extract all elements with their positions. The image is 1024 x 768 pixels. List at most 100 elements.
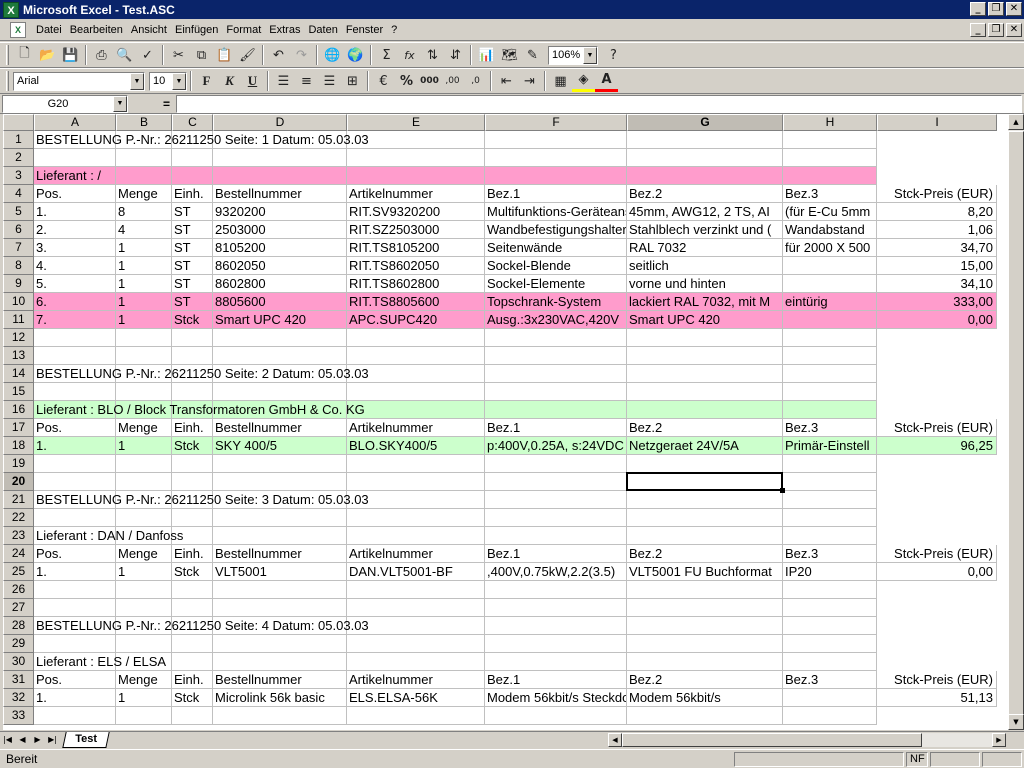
- cell-d12[interactable]: [213, 329, 347, 347]
- cell-f20[interactable]: [485, 473, 627, 491]
- column-header-a[interactable]: A: [34, 114, 116, 131]
- cell-b26[interactable]: [116, 581, 172, 599]
- cell-c22[interactable]: [172, 509, 213, 527]
- underline-button[interactable]: U: [241, 70, 264, 92]
- row-header[interactable]: 20: [3, 473, 34, 491]
- cell-c8[interactable]: ST: [172, 257, 213, 275]
- cell-d22[interactable]: [213, 509, 347, 527]
- row-header[interactable]: 17: [3, 419, 34, 437]
- cell-a7[interactable]: 3.: [34, 239, 116, 257]
- cell-b24[interactable]: Menge: [116, 545, 172, 563]
- cell-e30[interactable]: [347, 653, 485, 671]
- row-header[interactable]: 15: [3, 383, 34, 401]
- cell-e2[interactable]: [347, 149, 485, 167]
- cell-e24[interactable]: Artikelnummer: [347, 545, 485, 563]
- cell-d13[interactable]: [213, 347, 347, 365]
- cell-a25[interactable]: 1.: [34, 563, 116, 581]
- cell-g8[interactable]: seitlich: [627, 257, 783, 275]
- cell-e13[interactable]: [347, 347, 485, 365]
- sort-ascending-icon[interactable]: ⇅: [421, 44, 444, 66]
- cell-f24[interactable]: Bez.1: [485, 545, 627, 563]
- cell-h19[interactable]: [783, 455, 877, 473]
- name-box[interactable]: G20 ▼: [2, 94, 128, 113]
- cell-d17[interactable]: Bestellnummer: [213, 419, 347, 437]
- row-header[interactable]: 18: [3, 437, 34, 455]
- cell-h10[interactable]: eintürig: [783, 293, 877, 311]
- cell-e9[interactable]: RIT.TS8602800: [347, 275, 485, 293]
- cell-g14[interactable]: [627, 365, 783, 383]
- column-header-e[interactable]: E: [347, 114, 485, 131]
- cell-d3[interactable]: [213, 167, 347, 185]
- cell-e23[interactable]: [347, 527, 485, 545]
- cell-h26[interactable]: [783, 581, 877, 599]
- cell-f6[interactable]: Wandbefestigungshalter: [485, 221, 627, 239]
- cell-f8[interactable]: Sockel-Blende: [485, 257, 627, 275]
- cell-a16[interactable]: Lieferant : BLO / Block Transformatoren …: [34, 401, 365, 419]
- cell-g24[interactable]: Bez.2: [627, 545, 783, 563]
- cell-h14[interactable]: [783, 365, 877, 383]
- cell-d24[interactable]: Bestellnummer: [213, 545, 347, 563]
- increase-indent-icon[interactable]: ⇥: [518, 70, 541, 92]
- cell-h18[interactable]: Primär-Einstell: [783, 437, 877, 455]
- cell-i9[interactable]: 34,10: [877, 275, 997, 293]
- cell-e29[interactable]: [347, 635, 485, 653]
- row-header[interactable]: 31: [3, 671, 34, 689]
- row-header[interactable]: 8: [3, 257, 34, 275]
- cell-h12[interactable]: [783, 329, 877, 347]
- font-size-select[interactable]: 10 ▼: [149, 71, 187, 91]
- cell-f13[interactable]: [485, 347, 627, 365]
- cell-i5[interactable]: 8,20: [877, 203, 997, 221]
- cell-h31[interactable]: Bez.3: [783, 671, 877, 689]
- menu-einfuegen[interactable]: Einfügen: [171, 21, 222, 40]
- cell-c12[interactable]: [172, 329, 213, 347]
- cell-b13[interactable]: [116, 347, 172, 365]
- cell-e17[interactable]: Artikelnummer: [347, 419, 485, 437]
- cell-c6[interactable]: ST: [172, 221, 213, 239]
- cell-i18[interactable]: 96,25: [877, 437, 997, 455]
- cell-g6[interactable]: Stahlblech verzinkt und (: [627, 221, 783, 239]
- cell-g10[interactable]: lackiert RAL 7032, mit M: [627, 293, 783, 311]
- row-header[interactable]: 11: [3, 311, 34, 329]
- cell-h8[interactable]: [783, 257, 877, 275]
- chevron-down-icon[interactable]: ▼: [172, 72, 186, 90]
- cell-a23[interactable]: Lieferant : DAN / Danfoss: [34, 527, 183, 545]
- row-header[interactable]: 29: [3, 635, 34, 653]
- cell-b31[interactable]: Menge: [116, 671, 172, 689]
- cell-a21[interactable]: BESTELLUNG P.-Nr.: 26211250 Seite: 3 Dat…: [34, 491, 369, 509]
- cell-h1[interactable]: [783, 131, 877, 149]
- cell-i31[interactable]: Stck-Preis (EUR): [877, 671, 997, 689]
- row-header[interactable]: 19: [3, 455, 34, 473]
- format-painter-icon[interactable]: 🖌: [236, 44, 259, 66]
- cell-c19[interactable]: [172, 455, 213, 473]
- cell-d23[interactable]: [213, 527, 347, 545]
- row-header[interactable]: 10: [3, 293, 34, 311]
- cell-g19[interactable]: [627, 455, 783, 473]
- cell-c24[interactable]: Einh.: [172, 545, 213, 563]
- cell-g33[interactable]: [627, 707, 783, 725]
- cell-e22[interactable]: [347, 509, 485, 527]
- cell-c3[interactable]: [172, 167, 213, 185]
- menu-ansicht[interactable]: Ansicht: [127, 21, 171, 40]
- cell-h22[interactable]: [783, 509, 877, 527]
- hyperlink-icon[interactable]: 🌐: [321, 44, 344, 66]
- row-header[interactable]: 32: [3, 689, 34, 707]
- cell-h6[interactable]: Wandabstand: [783, 221, 877, 239]
- row-header[interactable]: 30: [3, 653, 34, 671]
- cell-c17[interactable]: Einh.: [172, 419, 213, 437]
- cell-f18[interactable]: p:400V,0.25A, s:24VDC: [485, 437, 627, 455]
- fill-handle[interactable]: [780, 488, 785, 493]
- sort-descending-icon[interactable]: ⇵: [444, 44, 467, 66]
- sheet-tab-test[interactable]: Test: [62, 732, 110, 748]
- cell-f10[interactable]: Topschrank-System: [485, 293, 627, 311]
- menu-format[interactable]: Format: [222, 21, 265, 40]
- cell-b17[interactable]: Menge: [116, 419, 172, 437]
- cell-b5[interactable]: 8: [116, 203, 172, 221]
- cell-h17[interactable]: Bez.3: [783, 419, 877, 437]
- cell-h15[interactable]: [783, 383, 877, 401]
- cell-a29[interactable]: [34, 635, 116, 653]
- fill-color-icon[interactable]: ◈: [572, 70, 595, 92]
- excel-app-icon[interactable]: X: [3, 1, 19, 18]
- open-icon[interactable]: 📂: [36, 44, 59, 66]
- print-preview-icon[interactable]: 🔍: [113, 44, 136, 66]
- row-header[interactable]: 33: [3, 707, 34, 725]
